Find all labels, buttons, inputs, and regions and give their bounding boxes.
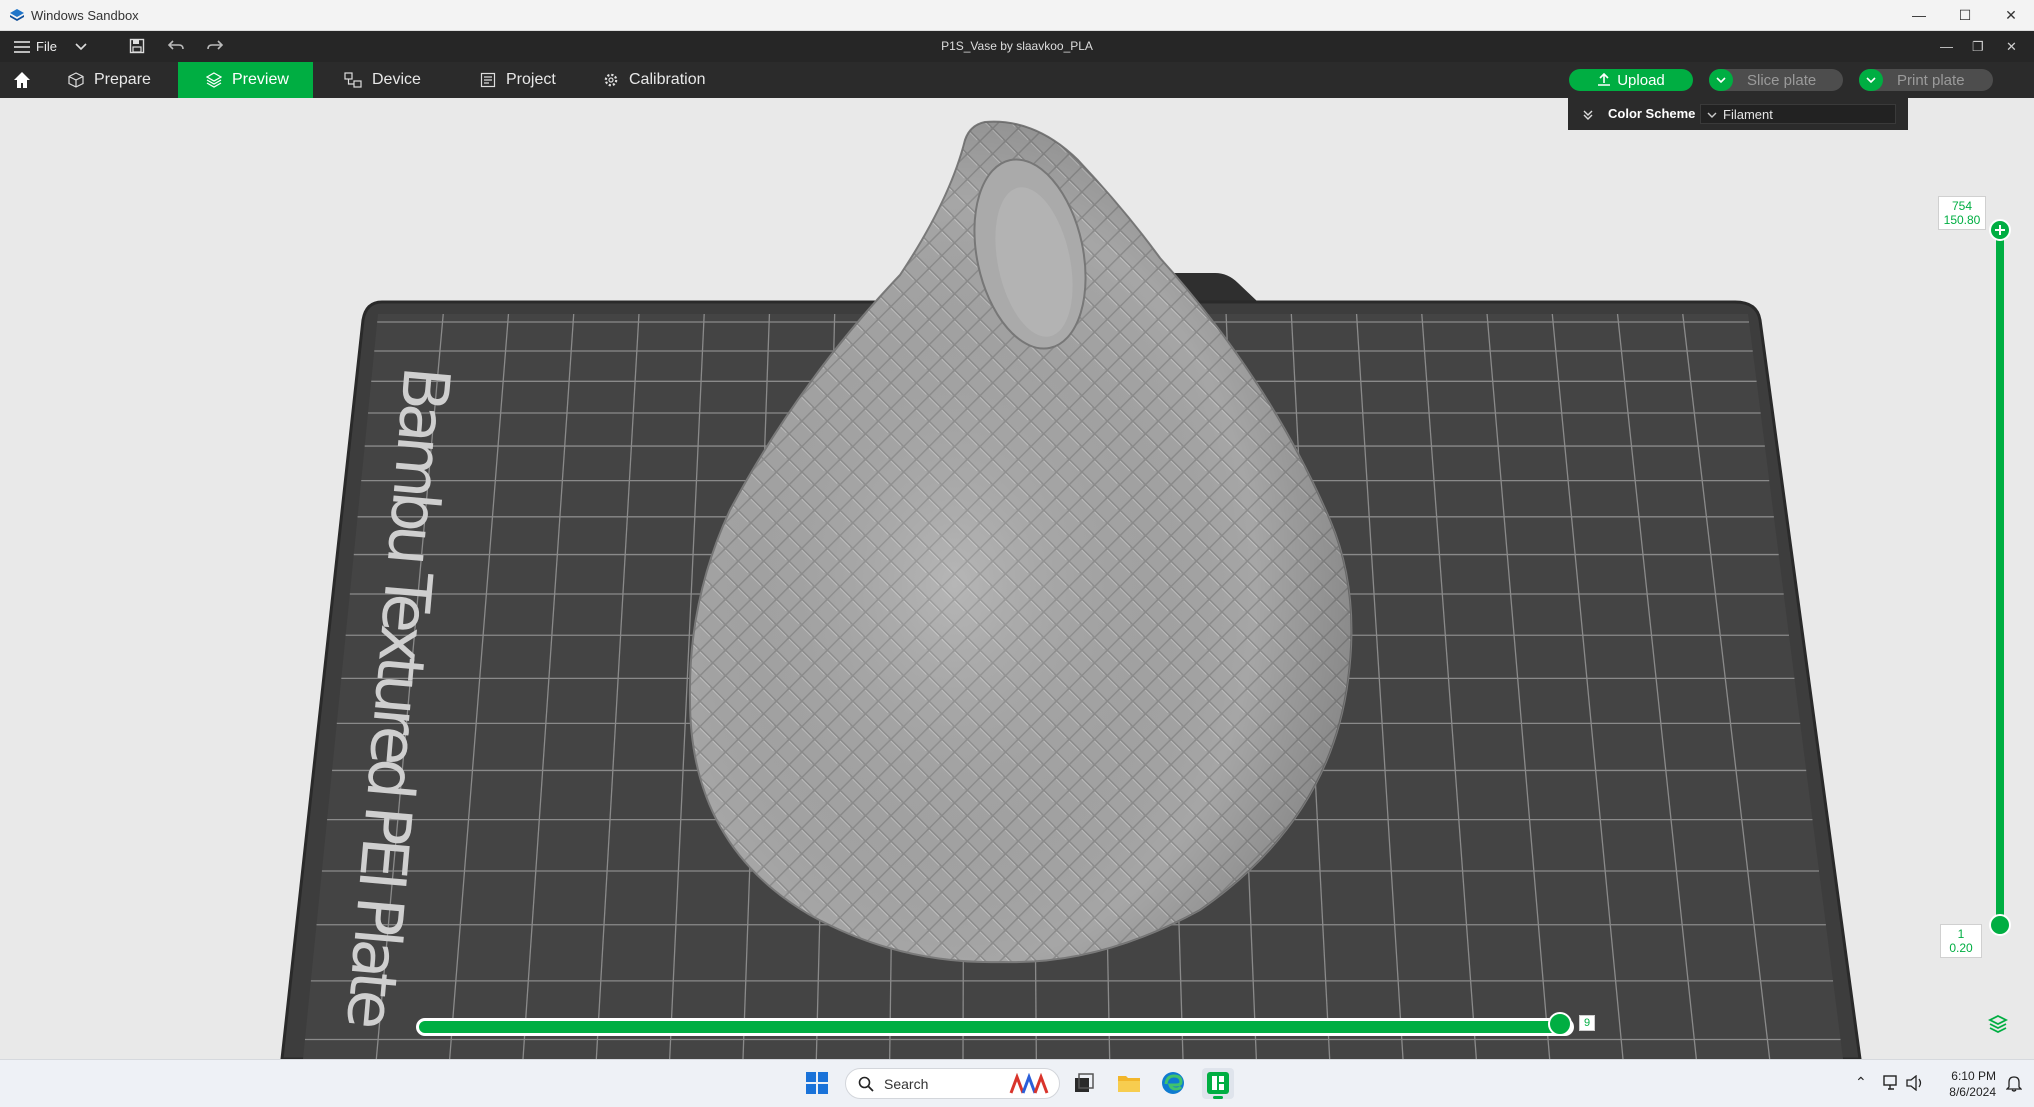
task-view-icon[interactable] bbox=[1073, 1072, 1095, 1094]
tab-device[interactable]: Device bbox=[344, 62, 444, 98]
edge-browser-icon[interactable] bbox=[1161, 1071, 1185, 1095]
taskbar-clock[interactable]: 6:10 PM 8/6/2024 bbox=[1936, 1068, 1996, 1100]
chevron-down-icon bbox=[1866, 77, 1876, 84]
upload-label: Upload bbox=[1617, 71, 1665, 89]
layer-top-number: 754 bbox=[1951, 199, 1973, 213]
print-dropdown-toggle[interactable] bbox=[1859, 69, 1883, 91]
bambu-studio-taskbar-button[interactable] bbox=[1202, 1068, 1234, 1099]
tab-calibration[interactable]: Calibration bbox=[603, 62, 723, 98]
color-scheme-select[interactable]: Filament bbox=[1700, 104, 1896, 124]
search-highlight-icon bbox=[1009, 1072, 1049, 1094]
upload-button[interactable]: Upload bbox=[1569, 69, 1693, 91]
chevron-up-icon[interactable]: ⌃ bbox=[1855, 1074, 1867, 1091]
sandbox-close-button[interactable]: ✕ bbox=[1988, 0, 2034, 30]
sandbox-title: Windows Sandbox bbox=[31, 8, 139, 23]
sandbox-minimize-button[interactable]: — bbox=[1896, 0, 1942, 30]
slice-plate-label: Slice plate bbox=[1747, 71, 1817, 89]
layer-bottom-number: 1 bbox=[1957, 927, 1965, 941]
bambu-studio-icon bbox=[1207, 1072, 1229, 1094]
upload-icon bbox=[1598, 73, 1611, 86]
layer-top-handle[interactable] bbox=[1989, 219, 2011, 241]
taskbar-search[interactable]: Search bbox=[845, 1068, 1060, 1099]
app-minimize-button[interactable]: — bbox=[1940, 39, 1953, 54]
sandbox-logo-icon bbox=[10, 9, 24, 21]
notification-bell-icon[interactable] bbox=[2006, 1074, 2022, 1092]
collapse-chevron-icon[interactable] bbox=[1582, 109, 1594, 121]
clock-time: 6:10 PM bbox=[1951, 1069, 1996, 1083]
tab-preview-label: Preview bbox=[232, 71, 289, 88]
slice-dropdown-toggle[interactable] bbox=[1709, 69, 1733, 91]
slice-plate-button[interactable]: Slice plate bbox=[1709, 69, 1843, 91]
layer-bottom-label: 1 0.20 bbox=[1940, 924, 1982, 958]
network-icon[interactable] bbox=[1883, 1075, 1901, 1091]
document-icon bbox=[480, 72, 496, 88]
scene-canvas: Bambu Textured PEI Plate bbox=[280, 120, 1862, 1061]
sandbox-maximize-button[interactable]: ☐ bbox=[1942, 0, 1988, 30]
layers-icon[interactable] bbox=[1988, 1014, 2008, 1034]
gear-icon bbox=[604, 73, 618, 87]
sandbox-title-bar: Windows Sandbox — ☐ ✕ bbox=[0, 0, 2034, 31]
tab-device-label: Device bbox=[372, 71, 421, 88]
tab-prepare[interactable]: Prepare bbox=[52, 62, 170, 98]
print-plate-label: Print plate bbox=[1897, 71, 1965, 89]
layer-slider-track[interactable] bbox=[1996, 228, 2004, 926]
layer-top-label: 754 150.80 bbox=[1938, 196, 1986, 230]
search-icon bbox=[858, 1076, 874, 1092]
tab-calibration-label: Calibration bbox=[629, 71, 706, 88]
color-scheme-panel: Color Scheme Filament bbox=[1568, 98, 1908, 130]
layers-icon bbox=[206, 72, 222, 88]
app-toolbar: File P1S_Vase by slaavkoo_PLA — ❐ ✕ bbox=[0, 31, 2034, 62]
tab-project-label: Project bbox=[506, 71, 556, 88]
layer-bottom-handle[interactable] bbox=[1989, 914, 2011, 936]
move-slider-value: 9 bbox=[1579, 1015, 1596, 1031]
tab-preview[interactable]: Preview bbox=[178, 62, 313, 98]
print-plate-button[interactable]: Print plate bbox=[1859, 69, 1993, 91]
move-slider-handle[interactable] bbox=[1548, 1012, 1572, 1036]
chevron-down-icon bbox=[1716, 77, 1726, 84]
chevron-down-icon bbox=[1707, 112, 1717, 118]
search-placeholder: Search bbox=[884, 1075, 929, 1092]
layer-bottom-height: 0.20 bbox=[1949, 941, 1973, 955]
layer-top-height: 150.80 bbox=[1943, 213, 1981, 227]
app-close-button[interactable]: ✕ bbox=[2006, 39, 2017, 55]
active-indicator bbox=[1213, 1096, 1223, 1099]
color-scheme-value: Filament bbox=[1723, 106, 1773, 122]
file-explorer-icon[interactable] bbox=[1117, 1072, 1141, 1094]
clock-date: 8/6/2024 bbox=[1949, 1085, 1996, 1099]
vase-model bbox=[688, 120, 1353, 964]
app-restore-button[interactable]: ❐ bbox=[1972, 39, 1984, 55]
home-icon bbox=[14, 72, 30, 88]
cube-icon bbox=[68, 72, 84, 88]
device-icon bbox=[344, 72, 362, 88]
tab-prepare-label: Prepare bbox=[94, 71, 151, 88]
taskbar: Search ⌃ 6:10 PM 8/6/2024 bbox=[0, 1059, 2034, 1107]
plus-icon bbox=[1995, 225, 2005, 235]
home-button[interactable] bbox=[8, 62, 36, 98]
volume-icon[interactable] bbox=[1906, 1075, 1924, 1091]
document-title: P1S_Vase by slaavkoo_PLA bbox=[941, 39, 1093, 53]
start-icon[interactable] bbox=[806, 1072, 828, 1094]
color-scheme-label: Color Scheme bbox=[1608, 106, 1696, 121]
3d-viewport[interactable]: Bambu Textured PEI Plate bbox=[0, 98, 2034, 1061]
move-slider-track[interactable] bbox=[416, 1018, 1574, 1036]
tab-project[interactable]: Project bbox=[480, 62, 580, 98]
